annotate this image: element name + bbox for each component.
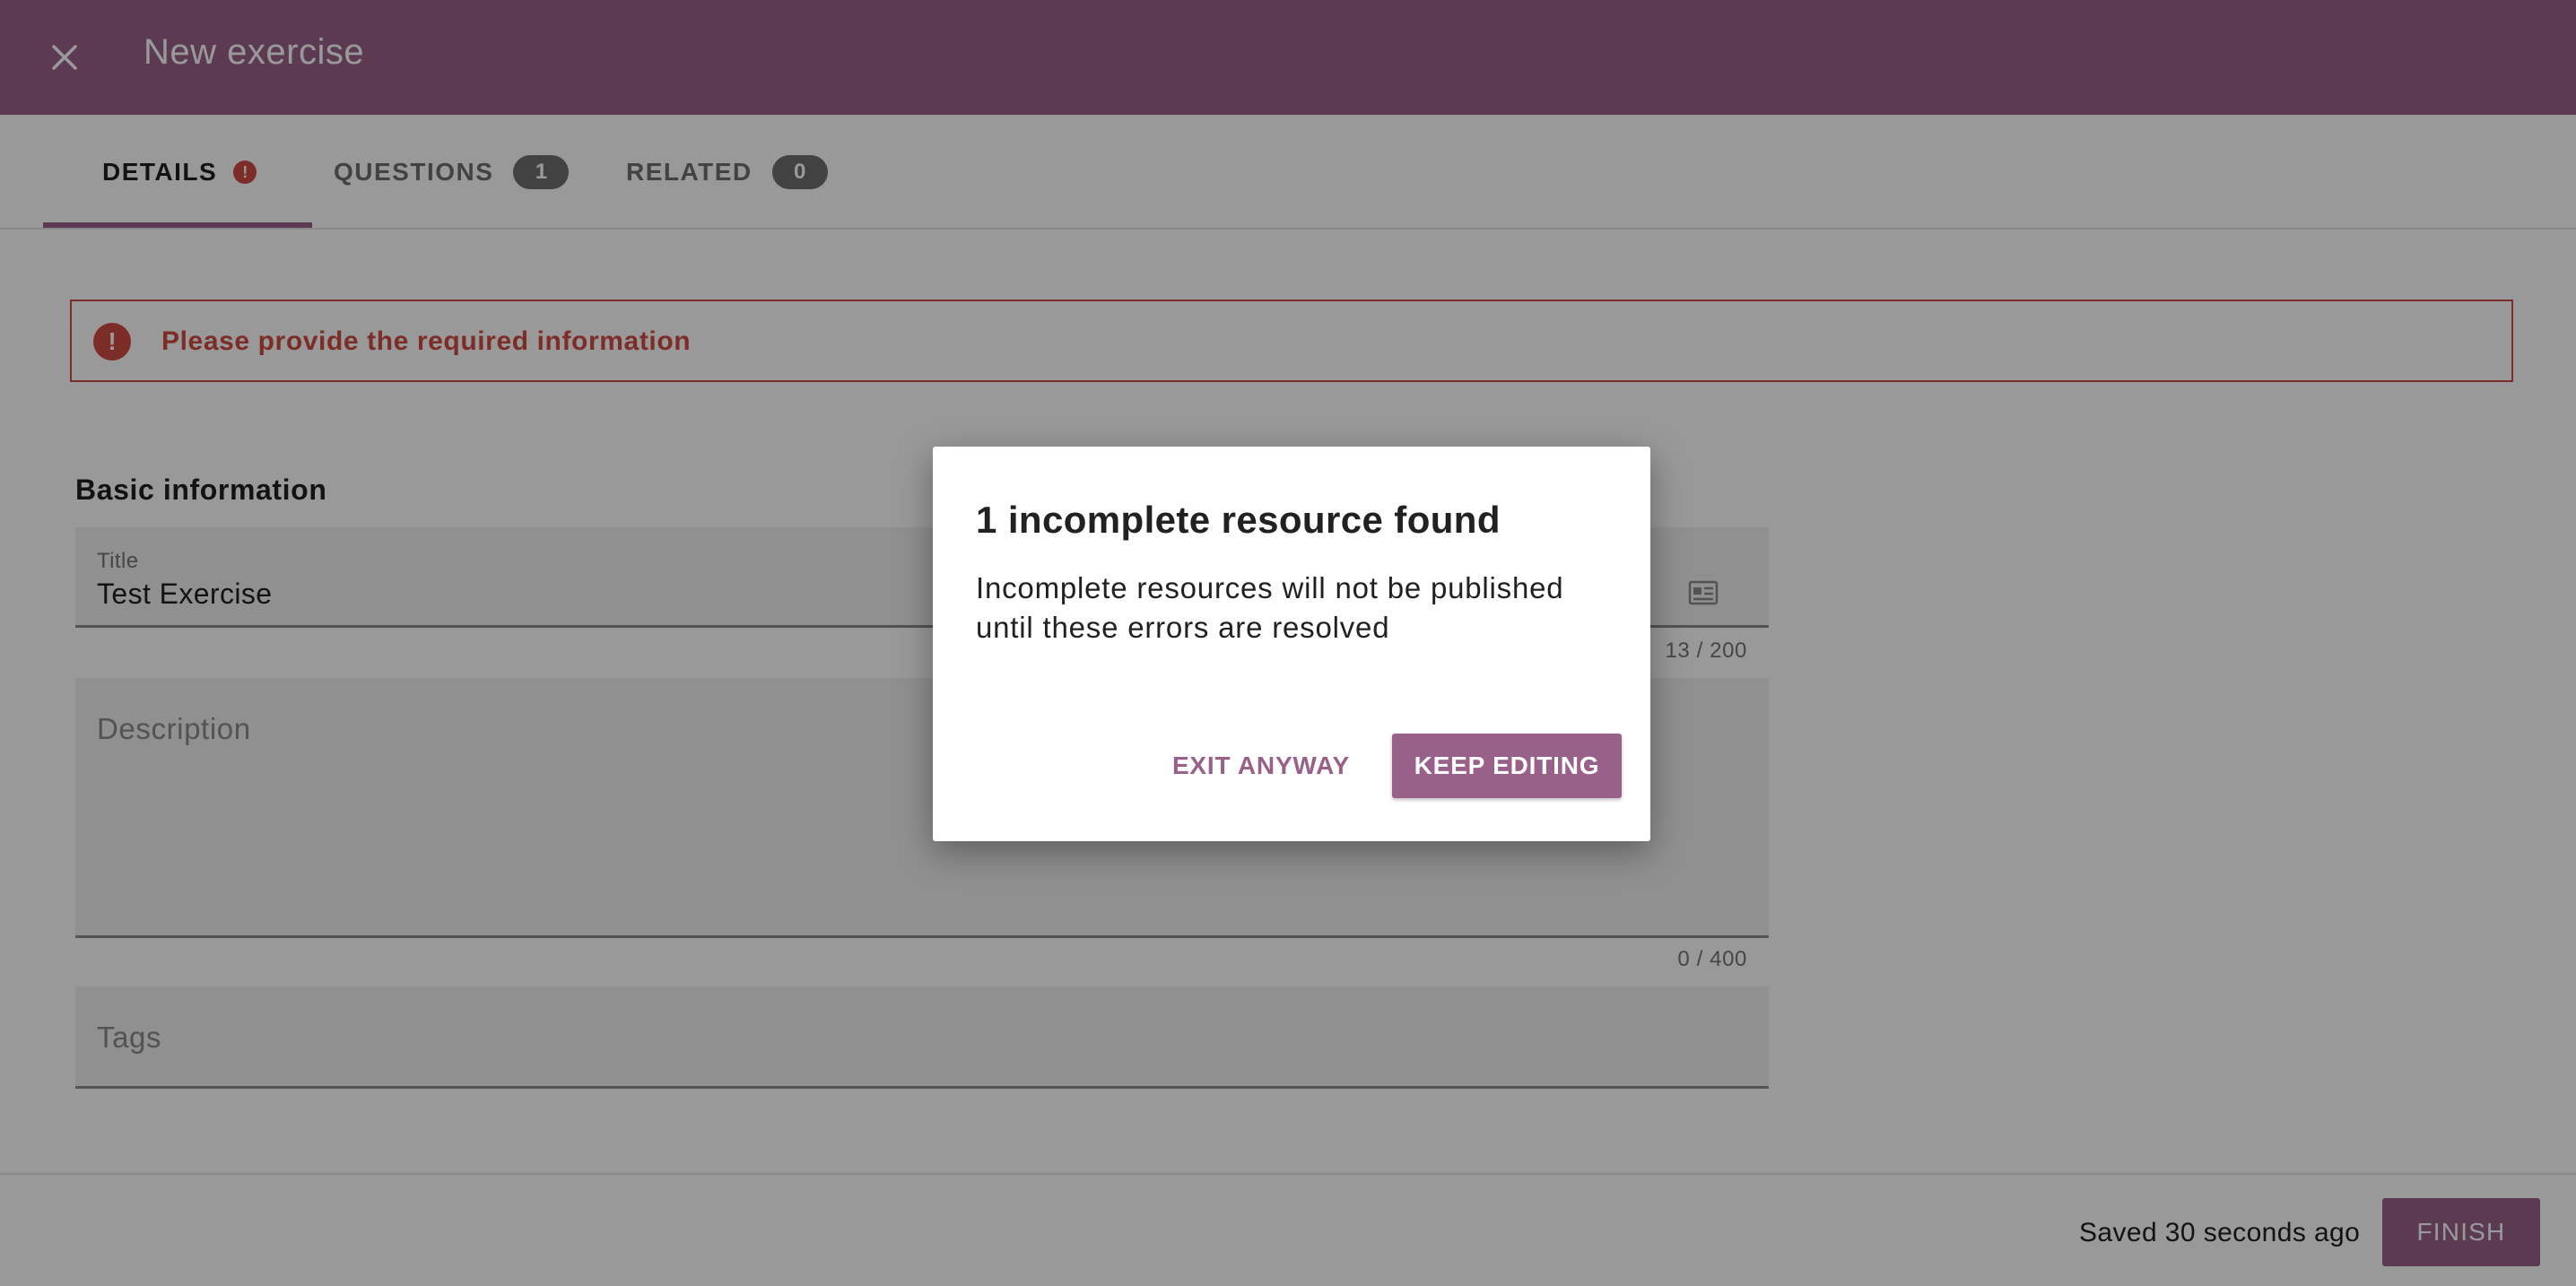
incomplete-resource-dialog: 1 incomplete resource found Incomplete r… (933, 447, 1650, 841)
dialog-message: Incomplete resources will not be publish… (976, 571, 1564, 644)
keep-editing-button[interactable]: KEEP EDITING (1392, 734, 1622, 798)
exit-anyway-button[interactable]: EXIT ANYWAY (1162, 734, 1360, 798)
dialog-title: 1 incomplete resource found (976, 499, 1501, 541)
